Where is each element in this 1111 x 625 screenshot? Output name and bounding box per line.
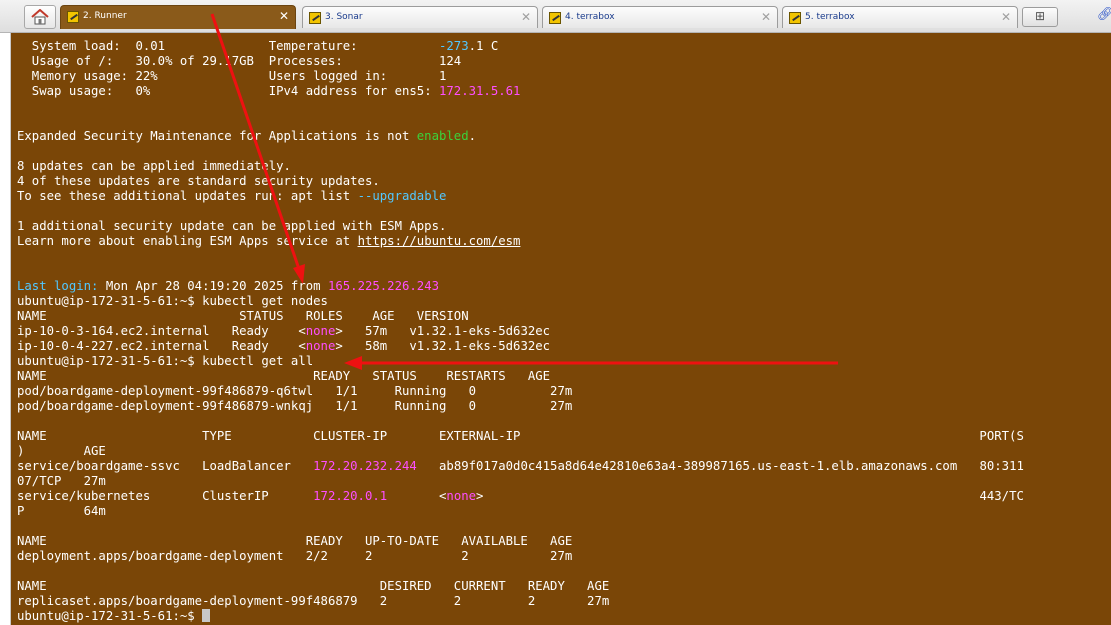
terminal-tool-icon xyxy=(67,11,79,23)
tab-label: 5. terrabox xyxy=(805,12,855,22)
tab-label: 4. terrabox xyxy=(565,12,615,22)
updates-line: 8 updates can be applied immediately. xyxy=(17,159,291,173)
tab-label: 2. Runner xyxy=(83,11,127,21)
close-icon[interactable]: ✕ xyxy=(761,10,771,24)
new-tab-icon: ⊞ xyxy=(1034,9,1046,23)
last-login-line: Last login: Mon Apr 28 04:19:20 2025 fro… xyxy=(17,279,440,293)
chain-link-icon[interactable]: 🔗︎ xyxy=(1097,7,1111,22)
pod-row: pod/boardgame-deployment-99f486879-q6twl… xyxy=(17,384,573,398)
terminal-tool-icon xyxy=(789,12,801,24)
cursor xyxy=(202,609,211,622)
terminal-tool-icon xyxy=(309,12,321,24)
replicaset-row: replicaset.apps/boardgame-deployment-99f… xyxy=(17,594,610,608)
tab-terrabox-5[interactable]: 5. terrabox ✕ xyxy=(782,6,1018,28)
pods-header: NAME READY STATUS RESTARTS AGE xyxy=(17,369,551,383)
close-icon[interactable]: ✕ xyxy=(521,10,531,24)
sysinfo-line: System load: 0.01 Temperature: -273.1 C xyxy=(17,39,499,53)
node-row: ip-10-0-4-227.ec2.internal Ready <none> … xyxy=(17,339,551,353)
command-line[interactable]: ubuntu@ip-172-31-5-61:~$ xyxy=(17,609,211,624)
deployment-row: deployment.apps/boardgame-deployment 2/2… xyxy=(17,549,573,563)
home-icon xyxy=(31,9,49,25)
terminal-tool-icon xyxy=(549,12,561,24)
home-button[interactable] xyxy=(24,5,56,29)
esm-link[interactable]: https://ubuntu.com/esm xyxy=(358,234,521,248)
sysinfo-line: Usage of /: 30.0% of 29.17GB Processes: … xyxy=(17,54,462,68)
esm-status-line: Expanded Security Maintenance for Applic… xyxy=(17,129,477,143)
left-margin xyxy=(0,33,11,625)
esm-apps-line: 1 additional security update can be appl… xyxy=(17,219,447,233)
command-line: ubuntu@ip-172-31-5-61:~$ kubectl get all xyxy=(17,354,314,368)
new-tab-button[interactable]: ⊞ xyxy=(1022,7,1058,27)
tab-label: 3. Sonar xyxy=(325,12,363,22)
service-row-wrap: 07/TCP 27m xyxy=(17,474,106,488)
tab-runner[interactable]: 2. Runner ✕ xyxy=(60,5,296,29)
tab-sonar[interactable]: 3. Sonar ✕ xyxy=(302,6,538,28)
tab-bar: 2. Runner ✕ 3. Sonar ✕ 4. terrabox ✕ 5. … xyxy=(0,0,1111,33)
terminal-window[interactable]: System load: 0.01 Temperature: -273.1 C … xyxy=(11,33,1111,625)
sysinfo-line: Swap usage: 0% IPv4 address for ens5: 17… xyxy=(17,84,521,98)
service-row: service/kubernetes ClusterIP 172.20.0.1 … xyxy=(17,489,1024,503)
sysinfo-line: Memory usage: 22% Users logged in: 1 xyxy=(17,69,447,83)
close-icon[interactable]: ✕ xyxy=(279,9,289,23)
services-header-wrap: ) AGE xyxy=(17,444,106,458)
updates-line: 4 of these updates are standard security… xyxy=(17,174,380,188)
close-icon[interactable]: ✕ xyxy=(1001,10,1011,24)
service-row: service/boardgame-ssvc LoadBalancer 172.… xyxy=(17,459,1024,473)
pod-row: pod/boardgame-deployment-99f486879-wnkqj… xyxy=(17,399,573,413)
updates-line: To see these additional updates run: apt… xyxy=(17,189,447,203)
command-line: ubuntu@ip-172-31-5-61:~$ kubectl get nod… xyxy=(17,294,328,308)
esm-apps-line: Learn more about enabling ESM Apps servi… xyxy=(17,234,521,248)
nodes-header: NAME STATUS ROLES AGE VERSION xyxy=(17,309,469,323)
deployments-header: NAME READY UP-TO-DATE AVAILABLE AGE xyxy=(17,534,573,548)
services-header: NAME TYPE CLUSTER-IP EXTERNAL-IP PORT(S xyxy=(17,429,1024,443)
service-row-wrap: P 64m xyxy=(17,504,106,518)
node-row: ip-10-0-3-164.ec2.internal Ready <none> … xyxy=(17,324,551,338)
tab-terrabox-4[interactable]: 4. terrabox ✕ xyxy=(542,6,778,28)
replicasets-header: NAME DESIRED CURRENT READY AGE xyxy=(17,579,610,593)
